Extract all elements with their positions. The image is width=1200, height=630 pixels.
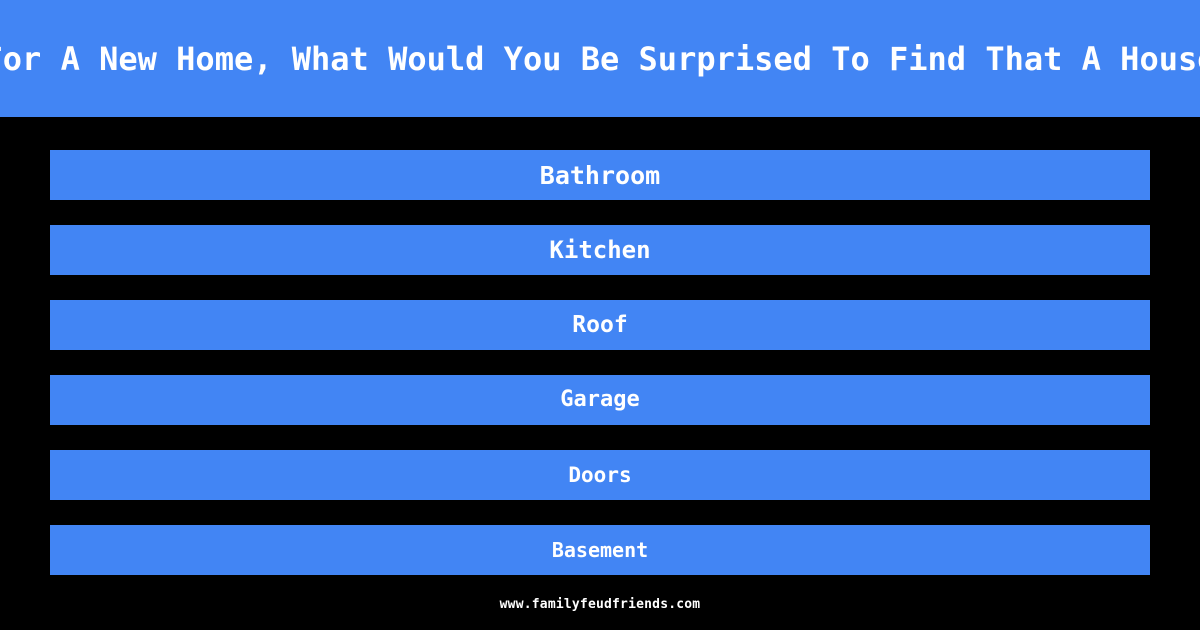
answer-list: Bathroom Kitchen Roof Garage Doors Basem… <box>50 150 1150 575</box>
answer-label: Bathroom <box>539 160 661 190</box>
answer-label: Roof <box>572 311 628 338</box>
answer-label: Garage <box>560 387 640 412</box>
answer-row[interactable]: Doors <box>50 450 1150 500</box>
answer-row[interactable]: Kitchen <box>50 225 1150 275</box>
site-url-footer: www.familyfeudfriends.com <box>499 597 701 612</box>
answer-row[interactable]: Roof <box>50 300 1150 350</box>
family-feud-card: When Looking For A New Home, What Would … <box>0 0 1200 630</box>
answer-label: Kitchen <box>549 236 651 264</box>
answer-label: Doors <box>568 462 632 487</box>
answer-row[interactable]: Basement <box>50 525 1150 575</box>
answer-row[interactable]: Bathroom <box>50 150 1150 200</box>
answer-label: Basement <box>551 538 649 562</box>
question-banner: When Looking For A New Home, What Would … <box>0 0 1200 117</box>
answer-row[interactable]: Garage <box>50 375 1150 425</box>
question-title: When Looking For A New Home, What Would … <box>0 39 1200 78</box>
